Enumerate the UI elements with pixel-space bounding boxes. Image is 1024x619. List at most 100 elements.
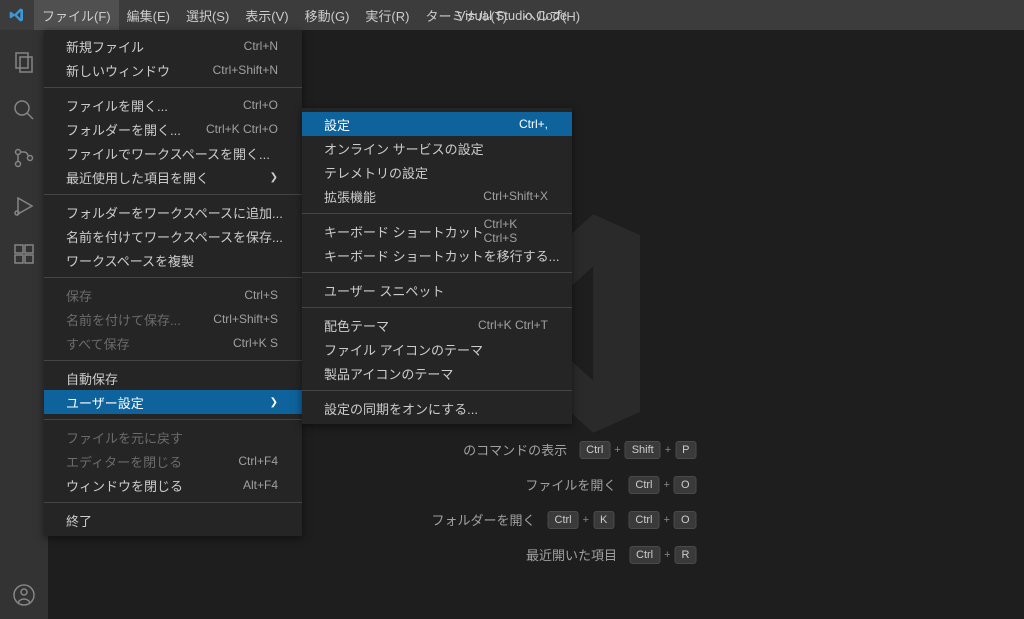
menu-item-shortcut: Ctrl+N xyxy=(244,39,278,53)
menu-item-label: ユーザー スニペット xyxy=(324,281,444,300)
menu-item-shortcut: Ctrl+F4 xyxy=(238,454,278,468)
menu-item-label: 自動保存 xyxy=(66,369,118,388)
menu-item-label: 終了 xyxy=(66,511,92,530)
menu-item-label: 名前を付けてワークスペースを保存... xyxy=(66,227,283,246)
search-icon[interactable] xyxy=(0,86,48,134)
menu-item-shortcut: Ctrl+Shift+X xyxy=(483,189,548,203)
menu-item-label: キーボード ショートカット xyxy=(324,222,484,241)
menu-item-label: テレメトリの設定 xyxy=(324,163,428,182)
key-separator: + xyxy=(614,444,620,456)
file-menu-item-1-3[interactable]: 最近使用した項目を開く❯ xyxy=(44,165,302,189)
menu-item-label: フォルダーをワークスペースに追加... xyxy=(66,203,283,222)
prefs-submenu-item-3-2[interactable]: 製品アイコンのテーマ xyxy=(302,361,572,385)
menu-item-label: 製品アイコンのテーマ xyxy=(324,364,453,383)
prefs-submenu-item-2-0[interactable]: ユーザー スニペット xyxy=(302,278,572,302)
file-menu-item-2-2[interactable]: ワークスペースを複製 xyxy=(44,248,302,272)
hint-keys: Ctrl+KCtrl+O xyxy=(548,511,697,529)
hint-label: のコマンドの表示 xyxy=(407,440,567,459)
menu-separator xyxy=(302,272,572,273)
source-control-icon[interactable] xyxy=(0,134,48,182)
menu-item-label: すべて保存 xyxy=(66,334,130,353)
menu-separator xyxy=(302,390,572,391)
file-menu-item-3-0: 保存 Ctrl+S xyxy=(44,283,302,307)
file-menu-item-1-1[interactable]: フォルダーを開く...Ctrl+K Ctrl+O xyxy=(44,117,302,141)
menu-item-shortcut: Ctrl+, xyxy=(519,117,548,131)
menu-item-label: フォルダーを開く... xyxy=(66,120,181,139)
menu-edit[interactable]: 編集(E) xyxy=(119,0,178,30)
file-menu-item-0-0[interactable]: 新規ファイルCtrl+N xyxy=(44,34,302,58)
prefs-submenu-item-1-0[interactable]: キーボード ショートカットCtrl+K Ctrl+S xyxy=(302,219,572,243)
vscode-logo-icon xyxy=(0,7,34,23)
key: Ctrl xyxy=(548,511,579,529)
key-separator: + xyxy=(664,549,670,561)
key: Ctrl xyxy=(579,441,610,459)
menu-item-label: 配色テーマ xyxy=(324,316,389,335)
key-separator: + xyxy=(583,514,589,526)
prefs-submenu-item-0-2[interactable]: テレメトリの設定 xyxy=(302,160,572,184)
welcome-hints: のコマンドの表示Ctrl+Shift+Pファイルを開くCtrl+Oフォルダーを開… xyxy=(376,440,697,564)
chevron-right-icon: ❯ xyxy=(270,397,278,408)
file-menu-item-2-0[interactable]: フォルダーをワークスペースに追加... xyxy=(44,200,302,224)
hint-label: ファイルを開く xyxy=(456,475,616,494)
prefs-submenu-item-3-1[interactable]: ファイル アイコンのテーマ xyxy=(302,337,572,361)
prefs-submenu-item-0-0[interactable]: 設定 Ctrl+, xyxy=(302,112,572,136)
menu-item-label: 名前を付けて保存... xyxy=(66,310,181,329)
menu-selection[interactable]: 選択(S) xyxy=(178,0,237,30)
file-menu-item-5-0: ファイルを元に戻す xyxy=(44,425,302,449)
file-menu-item-1-0[interactable]: ファイルを開く...Ctrl+O xyxy=(44,93,302,117)
file-menu-item-4-1[interactable]: ユーザー設定 ❯ xyxy=(44,390,302,414)
file-menu-item-3-2: すべて保存Ctrl+K S xyxy=(44,331,302,355)
menu-separator xyxy=(44,360,302,361)
file-menu-item-5-2[interactable]: ウィンドウを閉じるAlt+F4 xyxy=(44,473,302,497)
hint-row-1: ファイルを開くCtrl+O xyxy=(376,475,697,494)
extensions-icon[interactable] xyxy=(0,230,48,278)
menu-item-shortcut: Ctrl+O xyxy=(243,98,278,112)
file-menu-item-3-1: 名前を付けて保存... Ctrl+Shift+S xyxy=(44,307,302,331)
prefs-submenu-item-0-3[interactable]: 拡張機能 Ctrl+Shift+X xyxy=(302,184,572,208)
menu-item-label: 設定の同期をオンにする... xyxy=(324,399,478,418)
menu-go[interactable]: 移動(G) xyxy=(297,0,358,30)
menu-file[interactable]: ファイル(F) xyxy=(34,0,119,30)
file-menu-dropdown: 新規ファイルCtrl+N新しいウィンドウCtrl+Shift+N ファイルを開く.… xyxy=(44,30,302,536)
menu-separator xyxy=(44,419,302,420)
menu-item-shortcut: Ctrl+Shift+N xyxy=(213,63,278,77)
menu-item-shortcut: Ctrl+K Ctrl+T xyxy=(478,318,548,332)
prefs-submenu-item-4-0[interactable]: 設定の同期をオンにする... xyxy=(302,396,572,420)
key: O xyxy=(674,511,697,529)
menu-item-label: キーボード ショートカットを移行する... xyxy=(324,246,559,265)
explorer-icon[interactable] xyxy=(0,38,48,86)
file-menu-item-6-0[interactable]: 終了 xyxy=(44,508,302,532)
menu-separator xyxy=(302,213,572,214)
menu-item-label: 保存 xyxy=(66,286,92,305)
menu-item-shortcut: Ctrl+Shift+S xyxy=(213,312,278,326)
menu-run[interactable]: 実行(R) xyxy=(357,0,417,30)
accounts-icon[interactable] xyxy=(0,571,48,619)
menu-item-shortcut: Ctrl+S xyxy=(244,288,278,302)
prefs-submenu-item-0-1[interactable]: オンライン サービスの設定 xyxy=(302,136,572,160)
file-menu-item-1-2[interactable]: ファイルでワークスペースを開く... xyxy=(44,141,302,165)
key-separator: + xyxy=(664,514,670,526)
key-separator: + xyxy=(665,444,671,456)
menu-item-label: エディターを閉じる xyxy=(66,452,182,471)
menu-item-label: ファイル アイコンのテーマ xyxy=(324,340,483,359)
menu-item-label: 設定 xyxy=(324,115,350,134)
menu-item-label: 拡張機能 xyxy=(324,187,376,206)
hint-label: 最近開いた項目 xyxy=(457,545,617,564)
menu-item-shortcut: Ctrl+K Ctrl+S xyxy=(484,217,548,245)
file-menu-item-4-0[interactable]: 自動保存 xyxy=(44,366,302,390)
menu-item-label: ファイルを元に戻す xyxy=(66,428,183,447)
file-menu-item-5-1: エディターを閉じる Ctrl+F4 xyxy=(44,449,302,473)
prefs-submenu-item-1-1[interactable]: キーボード ショートカットを移行する... xyxy=(302,243,572,267)
hint-label: フォルダーを開く xyxy=(376,510,536,529)
file-menu-item-2-1[interactable]: 名前を付けてワークスペースを保存... xyxy=(44,224,302,248)
activity-bar xyxy=(0,30,48,619)
file-menu-item-0-1[interactable]: 新しいウィンドウCtrl+Shift+N xyxy=(44,58,302,82)
menu-view[interactable]: 表示(V) xyxy=(237,0,296,30)
prefs-submenu-item-3-0[interactable]: 配色テーマ Ctrl+K Ctrl+T xyxy=(302,313,572,337)
run-debug-icon[interactable] xyxy=(0,182,48,230)
key: Ctrl xyxy=(628,511,659,529)
menu-separator xyxy=(44,502,302,503)
menu-item-label: オンライン サービスの設定 xyxy=(324,139,484,158)
menu-separator xyxy=(302,307,572,308)
menu-item-label: ユーザー設定 xyxy=(66,393,144,412)
